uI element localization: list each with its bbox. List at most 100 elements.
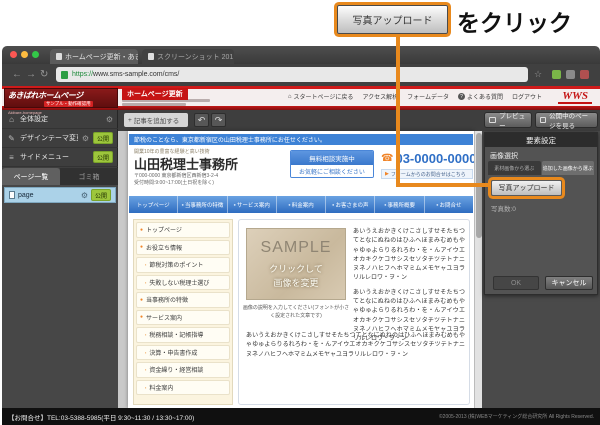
site-hours[interactable]: 受付時間:9:00~17:00(土日祝を除く) <box>134 179 214 186</box>
site-nav-about[interactable]: ●事務所概要 <box>375 196 424 213</box>
phone-icon: ☎ <box>381 153 393 164</box>
photo-count: 写真数:0 <box>491 203 516 213</box>
site-nav-services[interactable]: ●サービス案内 <box>228 196 277 213</box>
company-logo: WWS <box>558 90 592 104</box>
site-title[interactable]: 山田税理士事務所 <box>134 154 238 173</box>
tab-title: スクリーンショット 201… <box>157 52 234 62</box>
window-zoom-button[interactable] <box>32 51 39 58</box>
view-published-page-button[interactable]: 公開中のページを見る <box>535 112 598 128</box>
side-menu-item[interactable]: ●お役立ち情報 <box>136 240 230 256</box>
monitor-icon <box>489 117 496 123</box>
tab-added-images[interactable]: 追加した画像から選ぶ <box>542 161 595 175</box>
tab-trash[interactable]: ゴミ箱 <box>60 168 118 185</box>
tab-page-list[interactable]: ページ一覧 <box>2 168 60 185</box>
page-list: page ⚙ 公開 <box>2 185 118 408</box>
nav-access-analytics-link[interactable]: アクセス解析 <box>362 92 398 101</box>
element-settings-panel: 要素設定 画像選択 素材画像から選ぶ 追加した画像から選ぶ 写真アップロード 写… <box>484 132 598 295</box>
account-info-line <box>122 103 186 106</box>
url-text: https://www.sms-sample.com/cms/ <box>72 71 179 78</box>
photo-upload-button[interactable]: 写真アップロード <box>491 180 562 196</box>
site-side-menu: ●トップページ ●お役立ち情報 ▪節税対策のポイント ▪失敗しない税理士選び ●… <box>133 219 233 405</box>
side-menu-item[interactable]: ●当事務所の特徴 <box>136 292 230 308</box>
header-nav: ⌂スタートページに戻る アクセス解析 フォームデータ ?よくある質問 ログアウト <box>288 92 542 101</box>
sidebar-item-design-theme[interactable]: ✎ デザインテーマ変更 ⚙ 公開 <box>2 129 118 148</box>
site-nav-top[interactable]: トップページ <box>129 196 178 213</box>
reload-icon[interactable]: ↻ <box>40 69 48 80</box>
article-card: SAMPLE クリックして 画像を変更 画像の説明を入力してください(フォントが… <box>238 219 470 405</box>
image-caption[interactable]: 画像の説明を入力してください(フォントが小さく設定された文章です) <box>241 305 351 320</box>
article-paragraph[interactable]: あいうえおかきくけこさしすせそたちつてとなにぬねのはひふへほまみむめもやゃゆゅよ… <box>353 228 465 345</box>
status-copyright: ©2005-2013 (株)WEBマーケティング総合研究所 All Rights… <box>439 413 594 420</box>
sidebar-item-side-menu[interactable]: ≡ サイドメニュー 公開 <box>2 148 118 167</box>
browser-tab-inactive[interactable]: スクリーンショット 201… <box>142 49 234 64</box>
undo-button[interactable]: ↶ <box>194 113 209 127</box>
nav-logout-link[interactable]: ログアウト <box>512 92 542 101</box>
app-logo: あきばれホームページ Akibare-homepageサンプル・動作確認用 <box>4 88 118 108</box>
browser-menu-icon[interactable] <box>580 70 589 79</box>
site-nav-pricing[interactable]: ●料金案内 <box>277 196 326 213</box>
side-menu-item[interactable]: ▪節税対策のポイント <box>136 257 230 273</box>
site-preview-page: 節税のことなら、東京都新宿区の山田税理士事務所にお任せください。 開業10年の豊… <box>128 131 474 408</box>
cancel-button[interactable]: キャンセル <box>545 276 593 290</box>
preview-scrollbar[interactable] <box>474 131 482 408</box>
menu-icon: ≡ <box>7 153 16 162</box>
editor-sidebar: ⌂ 全体設定 ⚙ ✎ デザインテーマ変更 ⚙ 公開 ≡ サイドメニュー 公開 ペ… <box>2 110 118 408</box>
side-menu-item[interactable]: ●トップページ <box>136 222 230 238</box>
contact-form-link[interactable]: ▶ フォームからのお問合せはこちら <box>381 169 473 179</box>
address-bar[interactable]: https://www.sms-sample.com/cms/ <box>56 67 528 82</box>
site-address[interactable]: 〒000-0000 東京都新宿区西新宿3-2-4 <box>134 172 218 179</box>
side-menu-item[interactable]: ▪失敗しない税理士選び <box>136 275 230 291</box>
status-contact-info: 【お問合せ】TEL:03-5388-5985(平日 9:30~11:30 / 1… <box>8 412 194 422</box>
page-list-item-selected[interactable]: page ⚙ 公開 <box>4 187 116 203</box>
site-nav-contact[interactable]: ●お問合せ <box>425 196 473 213</box>
home-icon: ⌂ <box>288 94 292 100</box>
tab-material-images[interactable]: 素材画像から選ぶ <box>488 161 541 175</box>
window-close-button[interactable] <box>10 51 17 58</box>
sample-image-overlay: クリックして 画像を変更 <box>247 263 345 290</box>
article-paragraph-full[interactable]: あいうえおかきくけこさしすせそたちつてとなにぬねのはひふへほまみむめもやゃゆゅよ… <box>246 332 465 360</box>
file-icon <box>9 191 15 199</box>
gear-icon[interactable]: ⚙ <box>82 134 89 143</box>
publish-badge: 公開 <box>93 151 113 163</box>
panel-title: 要素設定 <box>485 133 597 147</box>
add-article-button[interactable]: + 記事を追加する <box>124 113 188 127</box>
consult-box-bottom: お気軽にご相談ください <box>291 165 373 178</box>
callout-connector-line-horizontal <box>396 183 489 187</box>
redo-button[interactable]: ↷ <box>211 113 226 127</box>
question-icon: ? <box>458 93 465 100</box>
site-nav-voices[interactable]: ●お客さまの声 <box>326 196 375 213</box>
extension-icon[interactable] <box>552 70 561 79</box>
callout-connector-line-vertical <box>396 32 400 186</box>
status-bar: 【お問合せ】TEL:03-5388-5985(平日 9:30~11:30 / 1… <box>2 408 600 425</box>
consult-box[interactable]: 無料相談実施中 お気軽にご相談ください <box>290 150 374 178</box>
browser-tab-active[interactable]: ホームページ更新・あき… <box>50 49 138 64</box>
sample-badge: サンプル・動作確認用 <box>44 101 93 107</box>
monitor-icon <box>540 117 546 123</box>
back-icon[interactable]: ← <box>12 69 22 80</box>
gear-icon[interactable]: ⚙ <box>81 191 88 200</box>
extension-icon[interactable] <box>566 70 575 79</box>
nav-start-page-link[interactable]: ⌂スタートページに戻る <box>288 92 354 101</box>
preview-button[interactable]: プレビュー <box>484 112 532 128</box>
callout-button-label: 写真アップロード <box>353 12 433 27</box>
site-top-banner[interactable]: 節税のことなら、東京都新宿区の山田税理士事務所にお任せください。 <box>129 134 473 145</box>
side-menu-item[interactable]: ▪料金案内 <box>136 380 230 396</box>
image-source-tabs: 素材画像から選ぶ 追加した画像から選ぶ <box>488 161 594 175</box>
site-nav-features[interactable]: ●当事務所の特徴 <box>178 196 227 213</box>
ok-button[interactable]: OK <box>493 276 539 290</box>
nav-faq-link[interactable]: ?よくある質問 <box>458 92 503 101</box>
forward-icon[interactable]: → <box>26 69 36 80</box>
bookmark-star-icon[interactable]: ☆ <box>534 69 542 80</box>
nav-form-data-link[interactable]: フォームデータ <box>407 92 449 101</box>
side-menu-item[interactable]: ▪税務相談・記帳指導 <box>136 327 230 343</box>
sidebar-tabs: ページ一覧 ゴミ箱 <box>2 168 118 185</box>
section-label-homepage-update: ホームページ更新 <box>122 88 188 100</box>
sample-image-label: SAMPLE <box>247 239 345 257</box>
app-logo-title: あきばれホームページ <box>8 90 114 101</box>
side-menu-item[interactable]: ▪資金繰り・経営相談 <box>136 362 230 378</box>
window-minimize-button[interactable] <box>21 51 28 58</box>
side-menu-item[interactable]: ▪決算・申告書作成 <box>136 345 230 361</box>
triangle-icon: ▶ <box>385 171 389 177</box>
side-menu-item[interactable]: ●サービス案内 <box>136 310 230 326</box>
sample-image-placeholder[interactable]: SAMPLE クリックして 画像を変更 <box>246 228 346 300</box>
